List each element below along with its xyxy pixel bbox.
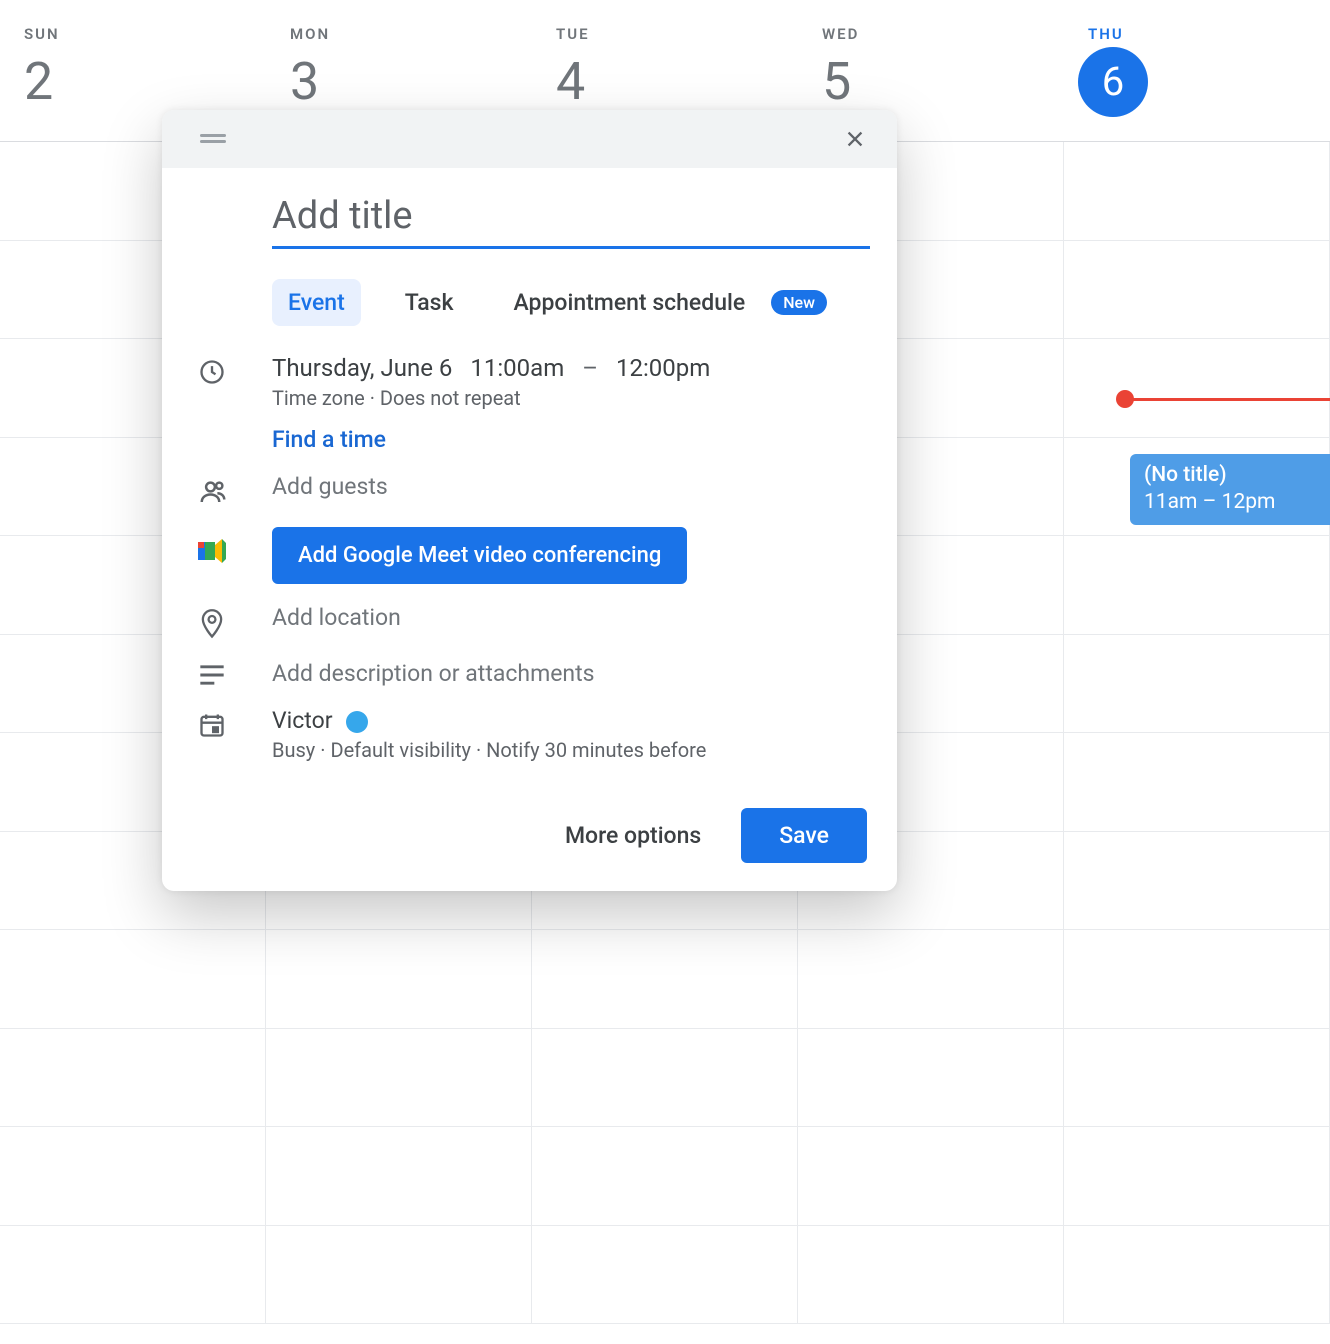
day-col-thu[interactable]: THU 6 [1064, 0, 1330, 141]
close-icon [844, 128, 866, 150]
tab-appointment-schedule[interactable]: Appointment schedule [498, 279, 762, 326]
visibility-setting[interactable]: Default visibility [330, 738, 471, 762]
hour-row[interactable] [0, 1226, 1330, 1325]
event-chip-time: 11am – 12pm [1144, 489, 1316, 516]
save-button[interactable]: Save [741, 808, 867, 863]
create-event-dialog: Event Task Appointment schedule New Thur… [162, 110, 897, 891]
day-number: 3 [290, 51, 319, 112]
day-label: SUN [24, 25, 266, 43]
event-type-tabs: Event Task Appointment schedule New [272, 279, 867, 326]
event-date[interactable]: Thursday, June 6 [272, 354, 452, 382]
day-label: WED [822, 25, 1064, 43]
day-label: MON [290, 25, 532, 43]
event-chip-title: (No title) [1144, 462, 1316, 489]
people-icon [198, 477, 228, 507]
event-title-input[interactable] [272, 194, 870, 249]
day-number: 5 [822, 51, 851, 112]
clock-icon [198, 358, 226, 386]
guests-row[interactable]: Add guests [192, 473, 867, 507]
close-button[interactable] [837, 121, 873, 157]
description-row[interactable]: Add description or attachments [192, 660, 867, 687]
calendar-owner: Victor [272, 707, 333, 734]
tab-event[interactable]: Event [272, 279, 361, 326]
now-indicator-line [1130, 398, 1330, 401]
day-label: TUE [556, 25, 798, 43]
event-end-time[interactable]: 12:00pm [616, 354, 710, 382]
now-indicator-dot [1116, 390, 1134, 408]
location-placeholder: Add location [272, 604, 401, 631]
notification-setting[interactable]: Notify 30 minutes before [486, 738, 706, 762]
timezone-link[interactable]: Time zone [272, 386, 365, 410]
description-icon [198, 664, 226, 686]
day-number: 6 [1078, 47, 1148, 117]
calendar-icon [198, 711, 226, 739]
google-meet-icon [198, 539, 226, 563]
day-number: 2 [24, 51, 53, 112]
calendar-color-dot [346, 711, 368, 733]
find-time-row: Find a time [192, 426, 867, 453]
day-label: THU [1088, 25, 1330, 43]
dialog-titlebar [162, 110, 897, 168]
calendar-row[interactable]: Victor Busy · Default visibility · Notif… [192, 707, 867, 762]
more-options-button[interactable]: More options [555, 810, 711, 861]
time-dash: – [582, 354, 598, 382]
time-row[interactable]: Thursday, June 6 11:00am – 12:00pm Time … [192, 354, 867, 410]
drag-handle-icon[interactable] [200, 134, 226, 144]
hour-row[interactable] [0, 1127, 1330, 1226]
location-row[interactable]: Add location [192, 604, 867, 640]
availability-status[interactable]: Busy [272, 738, 315, 762]
tab-task[interactable]: Task [389, 279, 470, 326]
hour-row[interactable] [0, 930, 1330, 1029]
repeat-link[interactable]: Does not repeat [380, 386, 521, 410]
event-chip[interactable]: (No title) 11am – 12pm [1130, 454, 1330, 525]
add-meet-button[interactable]: Add Google Meet video conferencing [272, 527, 687, 584]
new-badge: New [771, 290, 827, 315]
description-placeholder: Add description or attachments [272, 660, 595, 687]
day-number: 4 [556, 51, 585, 112]
hour-row[interactable] [0, 1029, 1330, 1128]
meet-row: Add Google Meet video conferencing [192, 527, 867, 584]
event-start-time[interactable]: 11:00am [470, 354, 564, 382]
find-time-link[interactable]: Find a time [272, 426, 386, 453]
guests-placeholder: Add guests [272, 473, 388, 500]
location-icon [198, 608, 226, 640]
dialog-footer: More options Save [162, 802, 897, 891]
